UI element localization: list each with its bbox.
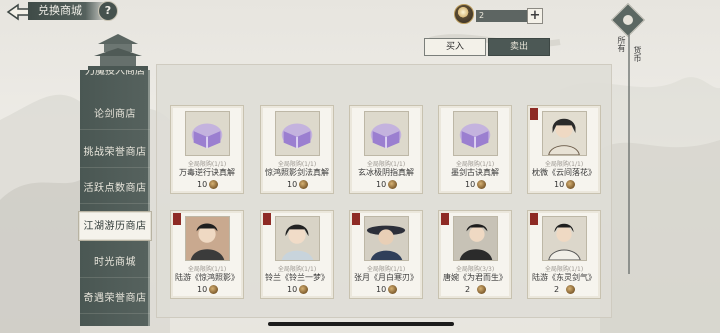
- coin-icon: [454, 4, 474, 24]
- goods-name: 张月《月白寒刃》: [354, 273, 418, 282]
- goods-card[interactable]: 全局限购(1/1) 陆游《惊鸿照影》 10: [170, 210, 244, 299]
- goods-price: 10: [465, 180, 476, 189]
- purple-book-icon: [364, 111, 409, 156]
- filter-rope-line: [628, 34, 630, 274]
- purple-book-icon: [453, 111, 498, 156]
- coin-icon: [566, 180, 575, 189]
- goods-name: 万毒逆行诀真解: [179, 168, 235, 177]
- coin-icon: [209, 180, 218, 189]
- coin-icon: [566, 285, 575, 294]
- goods-card[interactable]: 全局限购(1/1) 万毒逆行诀真解 10: [170, 105, 244, 194]
- coin-icon: [388, 285, 397, 294]
- goods-name: 惊鸿照影剑法真解: [265, 168, 329, 177]
- sidebar-item-partial[interactable]: 刀魔投入商店: [80, 70, 150, 80]
- card-rank-ribbon: [441, 213, 449, 225]
- tab-buy[interactable]: 买入: [424, 38, 486, 56]
- goods-price: 10: [376, 285, 387, 294]
- coin-icon: [388, 180, 397, 189]
- sidebar-item-encounter-honor-shop[interactable]: 奇遇荣誉商店: [80, 284, 150, 314]
- portrait-icon: [542, 111, 587, 156]
- help-button[interactable]: ?: [98, 1, 118, 21]
- coin-icon: [209, 285, 218, 294]
- coin-icon: [299, 180, 308, 189]
- portrait-icon: [364, 216, 409, 261]
- goods-card[interactable]: 全局限购(3/3) 唐婉《为君而生》 2: [438, 210, 512, 299]
- goods-card[interactable]: 全局限购(1/1) 墨剑古诀真解 10: [438, 105, 512, 194]
- home-indicator[interactable]: [268, 322, 454, 326]
- goods-name: 陆游《东灵剑气》: [532, 273, 596, 282]
- filter-currency-label: 货币: [633, 46, 642, 62]
- goods-price: 10: [287, 180, 298, 189]
- sidebar-item-jianghu-travel-shop[interactable]: 江湖游历商店: [78, 211, 152, 241]
- portrait-icon: [275, 216, 320, 261]
- goods-name: 铃兰《铃兰一梦》: [265, 273, 329, 282]
- goods-price: 2: [465, 285, 471, 294]
- goods-card[interactable]: 全局限购(1/1) 惊鸿照影剑法真解 10: [260, 105, 334, 194]
- filter-all-label: 所有: [617, 36, 626, 52]
- filter-knot-center: [623, 15, 633, 25]
- goods-price: 10: [197, 285, 208, 294]
- purple-book-icon: [275, 111, 320, 156]
- goods-name: 玄冰极阴指真解: [358, 168, 414, 177]
- goods-name: 陆游《惊鸿照影》: [175, 273, 239, 282]
- purple-book-icon: [185, 111, 230, 156]
- sidebar-item-activity-points-shop[interactable]: 活跃点数商店: [80, 174, 150, 204]
- goods-price: 10: [376, 180, 387, 189]
- sidebar-item-challenge-honor-shop[interactable]: 挑战荣誉商店: [80, 138, 150, 168]
- goods-card[interactable]: 全局限购(1/1) 玄冰极阴指真解 10: [349, 105, 423, 194]
- card-rank-ribbon: [173, 213, 181, 225]
- coin-icon: [477, 180, 486, 189]
- portrait-icon: [185, 216, 230, 261]
- card-rank-ribbon: [352, 213, 360, 225]
- goods-name: 墨剑古诀真解: [451, 168, 499, 177]
- currency-amount: 2: [476, 10, 528, 22]
- sidebar-item-time-shop[interactable]: 时光商城: [80, 248, 150, 278]
- goods-price: 10: [287, 285, 298, 294]
- goods-card[interactable]: 全局限购(1/1) 张月《月白寒刃》 10: [349, 210, 423, 299]
- goods-price: 2: [554, 285, 560, 294]
- coin-icon: [477, 285, 486, 294]
- goods-card[interactable]: 全局限购(1/1) 枕微《云间落花》 10: [527, 105, 601, 194]
- portrait-icon: [453, 216, 498, 261]
- sidebar-item-arena-shop[interactable]: 论剑商店: [80, 100, 150, 130]
- goods-card[interactable]: 全局限购(1/1) 陆游《东灵剑气》 2: [527, 210, 601, 299]
- goods-card[interactable]: 全局限购(1/1) 铃兰《铃兰一梦》 10: [260, 210, 334, 299]
- tab-sell[interactable]: 卖出: [488, 38, 550, 56]
- card-rank-ribbon: [530, 108, 538, 120]
- goods-panel: 全局限购(1/1) 万毒逆行诀真解 10 全局限购(1/1) 惊鸿照影剑法真解 …: [156, 64, 612, 318]
- goods-price: 10: [197, 180, 208, 189]
- add-currency-button[interactable]: +: [527, 8, 543, 24]
- pagoda-icon: [88, 34, 148, 72]
- card-rank-ribbon: [530, 213, 538, 225]
- shop-sidebar: 刀魔投入商店 论剑商店 挑战荣誉商店 活跃点数商店 江湖游历商店 时光商城 奇遇…: [78, 70, 152, 326]
- goods-name: 枕微《云间落花》: [532, 168, 596, 177]
- coin-icon: [299, 285, 308, 294]
- buy-sell-tabs: 买入 卖出: [424, 38, 552, 56]
- goods-name: 唐婉《为君而生》: [443, 273, 507, 282]
- goods-price: 10: [554, 180, 565, 189]
- portrait-icon: [542, 216, 587, 261]
- card-rank-ribbon: [263, 213, 271, 225]
